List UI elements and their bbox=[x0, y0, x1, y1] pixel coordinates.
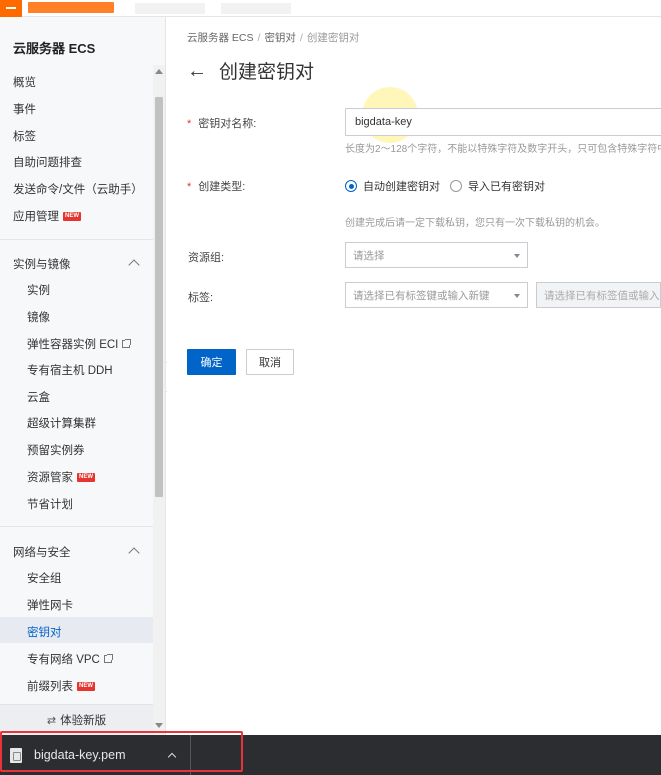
sidebar-item-ddh[interactable]: 专有宿主机 DDH bbox=[27, 362, 113, 378]
new-badge: NEW bbox=[77, 472, 95, 482]
radio-auto-create[interactable]: 自动创建密钥对 bbox=[345, 178, 440, 194]
cancel-button[interactable]: 取消 bbox=[246, 349, 294, 375]
radio-import-existing[interactable]: 导入已有密钥对 bbox=[450, 178, 545, 194]
sidebar-divider bbox=[0, 239, 153, 240]
chevron-up-icon[interactable] bbox=[128, 547, 140, 559]
breadcrumb: 云服务器 ECS / 密钥对 / 创建密钥对 bbox=[187, 32, 360, 44]
tag-key-select[interactable]: 请选择已有标签键或输入新键 bbox=[345, 282, 528, 308]
sidebar: 云服务器 ECS 概览 事件 标签 自助问题排查 发送命令/文件（云助手） 应用… bbox=[0, 17, 166, 735]
sidebar-item-tags[interactable]: 标签 bbox=[13, 128, 36, 144]
external-link-icon bbox=[103, 654, 113, 663]
sidebar-item-security-groups[interactable]: 安全组 bbox=[27, 570, 62, 586]
sidebar-item-troubleshoot[interactable]: 自助问题排查 bbox=[13, 154, 82, 170]
main-content: 云服务器 ECS/密钥对/创建密钥对 ← 创建密钥对 *密钥对名称: 长度为2～… bbox=[167, 17, 661, 735]
key-pair-name-label: * 密钥对名称: bbox=[187, 118, 257, 130]
top-nav-placeholder-2[interactable] bbox=[221, 3, 291, 14]
back-arrow-icon[interactable]: ← bbox=[187, 60, 207, 82]
resource-group-select[interactable]: 请选择 bbox=[345, 242, 528, 268]
chevron-up-icon[interactable] bbox=[128, 259, 140, 271]
sidebar-item-send-command[interactable]: 发送命令/文件（云助手） bbox=[13, 181, 143, 197]
sidebar-item-resource-manager[interactable]: 资源管家 NEW bbox=[27, 469, 95, 485]
sidebar-divider bbox=[0, 526, 153, 527]
chevron-down-icon bbox=[514, 294, 520, 298]
sidebar-item-reserved-instances[interactable]: 预留实例券 bbox=[27, 442, 85, 458]
radio-unselected-icon[interactable] bbox=[450, 180, 462, 192]
file-icon bbox=[10, 747, 22, 763]
swap-icon: ⇄ bbox=[46, 714, 57, 727]
brand-logo[interactable] bbox=[28, 2, 114, 13]
sidebar-item-eci[interactable]: 弹性容器实例 ECI bbox=[27, 336, 132, 352]
sidebar-item-scc[interactable]: 超级计算集群 bbox=[27, 415, 96, 431]
chevron-down-icon bbox=[514, 254, 520, 258]
external-link-icon bbox=[122, 339, 132, 348]
sidebar-item-key-pairs[interactable]: 密钥对 bbox=[27, 624, 62, 640]
sidebar-title: 云服务器 ECS bbox=[13, 41, 96, 56]
scroll-up-icon[interactable] bbox=[155, 69, 163, 74]
sidebar-item-events[interactable]: 事件 bbox=[13, 101, 36, 117]
key-pair-name-input[interactable] bbox=[345, 108, 661, 136]
top-nav-placeholder-1[interactable] bbox=[135, 3, 205, 14]
confirm-button[interactable]: 确定 bbox=[187, 349, 236, 375]
tag-value-select[interactable]: 请选择已有标签值或输入新 bbox=[536, 282, 661, 308]
sidebar-group-network[interactable]: 网络与安全 bbox=[13, 544, 71, 560]
radio-selected-icon[interactable] bbox=[345, 180, 357, 192]
sidebar-item-prefix-lists[interactable]: 前缀列表 NEW bbox=[27, 678, 95, 694]
tags-label: 标签: bbox=[188, 292, 214, 304]
new-badge: NEW bbox=[77, 681, 95, 691]
sidebar-item-vpc[interactable]: 专有网络 VPC bbox=[27, 651, 113, 667]
sidebar-active-highlight bbox=[0, 617, 153, 643]
create-type-hint: 创建完成后请一定下载私钥，您只有一次下载私钥的机会。 bbox=[345, 218, 605, 229]
try-new-version-button[interactable]: ⇄ 体验新版 bbox=[0, 704, 153, 735]
key-pair-name-hint: 长度为2～128个字符，不能以特殊字符及数字开头，只可包含特殊字符中 bbox=[345, 144, 661, 155]
create-type-label: * 创建类型: bbox=[187, 181, 246, 193]
sidebar-item-cloudbox[interactable]: 云盒 bbox=[27, 389, 50, 405]
browser-download-bar: bigdata-key.pem bbox=[0, 735, 661, 775]
sidebar-item-eni[interactable]: 弹性网卡 bbox=[27, 597, 73, 613]
download-filename: bigdata-key.pem bbox=[34, 748, 126, 762]
new-badge: NEW bbox=[63, 211, 81, 221]
resource-group-label: 资源组: bbox=[188, 252, 225, 264]
sidebar-item-images[interactable]: 镜像 bbox=[27, 309, 50, 325]
breadcrumb-current: 创建密钥对 bbox=[306, 32, 360, 44]
sidebar-scroll-thumb[interactable] bbox=[155, 97, 163, 497]
breadcrumb-parent[interactable]: 密钥对 bbox=[264, 32, 296, 44]
console-menu-icon[interactable] bbox=[0, 0, 22, 17]
scroll-down-icon[interactable] bbox=[155, 723, 163, 728]
sidebar-item-overview[interactable]: 概览 bbox=[13, 74, 36, 90]
download-item[interactable]: bigdata-key.pem bbox=[0, 735, 191, 775]
sidebar-item-instances[interactable]: 实例 bbox=[27, 282, 50, 298]
top-navbar bbox=[0, 0, 661, 17]
page-title: 创建密钥对 bbox=[219, 62, 315, 83]
chevron-up-icon[interactable] bbox=[167, 752, 177, 762]
page-header: ← 创建密钥对 bbox=[187, 57, 314, 84]
create-type-radio-group: 自动创建密钥对 导入已有密钥对 bbox=[345, 178, 555, 194]
breadcrumb-root[interactable]: 云服务器 ECS bbox=[187, 32, 254, 44]
sidebar-group-instances[interactable]: 实例与镜像 bbox=[13, 256, 71, 272]
sidebar-item-savings-plan[interactable]: 节省计划 bbox=[27, 496, 73, 512]
sidebar-item-app-management[interactable]: 应用管理 NEW bbox=[13, 208, 81, 224]
